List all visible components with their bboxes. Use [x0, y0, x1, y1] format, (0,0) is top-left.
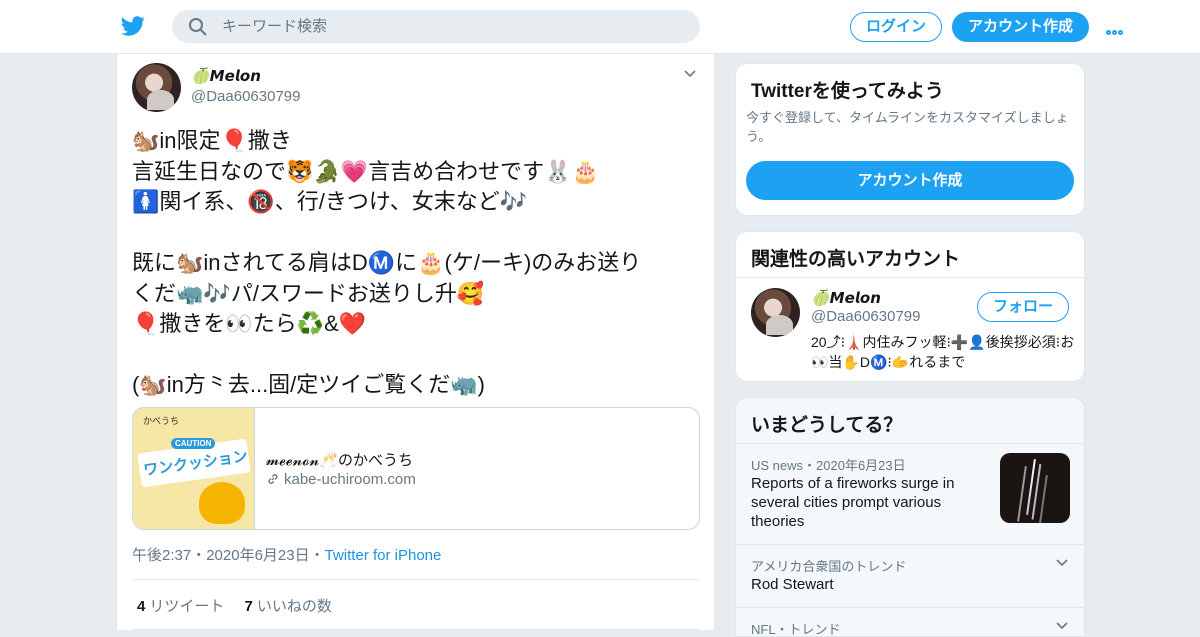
sidebar-signup-button[interactable]: アカウント作成: [746, 161, 1074, 200]
twitter-bird-icon[interactable]: [120, 14, 146, 38]
card-image-character: [199, 482, 245, 524]
trend-meta: アメリカ合衆国のトレンド: [751, 559, 907, 574]
tweet-date[interactable]: 2020年6月23日: [206, 547, 309, 564]
retweet-stat[interactable]: 4 リツイート: [137, 598, 224, 615]
like-stat[interactable]: 7 いいねの数: [245, 598, 332, 615]
trend-title[interactable]: Reports of a fireworks surge in several …: [751, 474, 986, 531]
tweet-stats: 4 リツイート 7 いいねの数: [137, 595, 332, 616]
author-name[interactable]: 🍈𝙈𝙚𝙡𝙤𝙣: [191, 67, 261, 85]
card-image: かべうち CAUTION ワンクッション: [133, 408, 255, 529]
chevron-down-icon[interactable]: [1056, 622, 1068, 630]
avatar[interactable]: [132, 63, 181, 112]
trends-panel-title: いまどうしてる？: [751, 415, 903, 436]
author-handle[interactable]: @Daa60630799: [191, 88, 300, 105]
chevron-down-icon[interactable]: [684, 70, 696, 78]
tweet-source-link[interactable]: Twitter for iPhone: [325, 547, 442, 564]
link-card[interactable]: かべうち CAUTION ワンクッション 𝓶𝓮𝓮𝓷𝓸𝓷🥂のかべうち kabe-u…: [132, 407, 700, 530]
tweet-text: 🐿️in限定🎈撒き 言延生日なので🐯🐊💗言吉め合わせです🐰🎂 🚺関イ系、🔞、行/…: [132, 128, 642, 397]
related-account-name[interactable]: 🍈𝙈𝙚𝙡𝙤𝙣: [811, 289, 881, 307]
card-image-badge: CAUTION: [171, 438, 216, 449]
tweet-meta: 午後2:37・2020年6月23日・Twitter for iPhone: [132, 547, 442, 564]
divider: [736, 544, 1084, 545]
divider: [736, 277, 1084, 278]
signup-panel: Twitterを使ってみよう 今すぐ登録して、タイムラインをカスタマイズしましょ…: [735, 63, 1085, 216]
search-icon: [189, 18, 207, 36]
like-label: いいねの数: [256, 598, 332, 615]
divider: [736, 443, 1084, 444]
search-input[interactable]: [222, 10, 682, 43]
signup-panel-subtitle: 今すぐ登録して、タイムラインをカスタマイズしましょう。: [746, 110, 1069, 144]
search-box[interactable]: [172, 10, 700, 43]
related-account-bio: 20⤴︎⁝🗼内住みフッ軽⁝➕👤後挨拶必須⁝お👀当✋DⓂ️⁝🫱れるまで: [811, 334, 1075, 370]
trend-thumbnail[interactable]: [1000, 453, 1070, 523]
card-image-heading: かべうち: [143, 416, 180, 426]
avatar[interactable]: [751, 288, 800, 337]
chevron-down-icon[interactable]: [1056, 559, 1068, 567]
divider: [132, 579, 700, 580]
like-count: 7: [244, 598, 253, 615]
retweet-count: 4: [137, 598, 146, 615]
related-panel-title: 関連性の高いアカウント: [751, 249, 961, 270]
retweet-label: リツイート: [149, 598, 225, 615]
card-title: 𝓶𝓮𝓮𝓷𝓸𝓷🥂のかべうち: [266, 452, 414, 469]
top-bar: ログイン アカウント作成: [0, 0, 1200, 54]
divider: [736, 607, 1084, 608]
trend-meta: US news・2020年6月23日: [751, 458, 906, 473]
signup-panel-title: Twitterを使ってみよう: [751, 81, 944, 102]
trends-panel: いまどうしてる？ US news・2020年6月23日 Reports of a…: [735, 397, 1085, 637]
link-icon: [268, 474, 278, 484]
trend-title[interactable]: Rod Stewart: [751, 575, 834, 594]
related-account-handle[interactable]: @Daa60630799: [811, 308, 920, 325]
signup-button[interactable]: アカウント作成: [952, 12, 1089, 42]
trend-meta: NFL・トレンド: [751, 622, 841, 637]
follow-button[interactable]: フォロー: [977, 292, 1069, 322]
related-accounts-panel: 関連性の高いアカウント 🍈𝙈𝙚𝙡𝙤𝙣 @Daa60630799 フォロー 20⤴…: [735, 231, 1085, 382]
card-url-text: kabe-uchiroom.com: [284, 471, 416, 488]
tweet-container: 🍈𝙈𝙚𝙡𝙤𝙣 @Daa60630799 🐿️in限定🎈撒き 言延生日なので🐯🐊💗…: [116, 54, 715, 630]
more-icon[interactable]: [1106, 22, 1130, 35]
tweet-time[interactable]: 午後2:37: [132, 547, 191, 564]
card-url: kabe-uchiroom.com: [266, 471, 416, 488]
login-button[interactable]: ログイン: [850, 12, 942, 42]
